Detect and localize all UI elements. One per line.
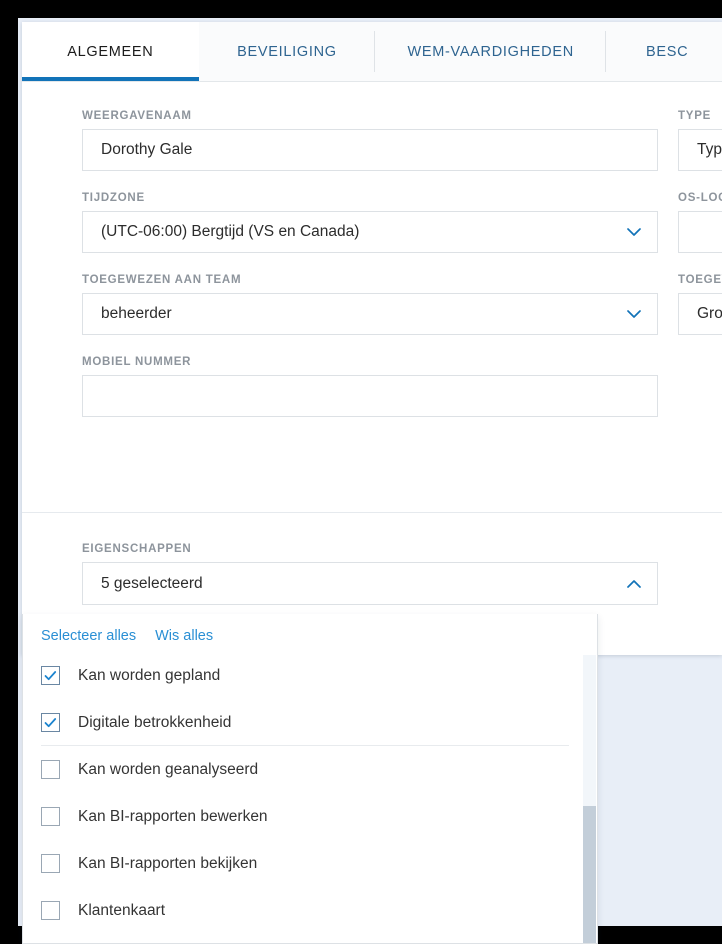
list-item-label: Klantenkaart — [78, 901, 166, 919]
list-item-label: Kan worden geanalyseerd — [78, 760, 259, 778]
select-tijdzone[interactable]: (UTC-06:00) Bergtijd (VS en Canada) — [82, 211, 658, 253]
select-type[interactable]: Typ — [678, 129, 722, 171]
list-item[interactable]: Digitale betrokkenheid — [23, 699, 597, 746]
checkbox-unchecked-icon[interactable] — [41, 901, 60, 920]
list-item[interactable]: Klantenkaart — [23, 887, 597, 934]
tab-beveiliging[interactable]: BEVEILIGING — [198, 22, 376, 81]
select-type-value: Typ — [697, 141, 722, 158]
form-left-column: WEERGAVENAAM Dorothy Gale TIJDZONE (UTC-… — [82, 110, 658, 438]
chevron-down-icon — [625, 223, 643, 241]
eigenschappen-multiselect-control[interactable]: 5 geselecteerd — [82, 562, 658, 605]
list-item[interactable]: Kan BI-rapporten bewerken — [23, 793, 597, 840]
checkbox-checked-icon[interactable] — [41, 713, 60, 732]
input-os-login[interactable] — [678, 211, 722, 253]
checkbox-unchecked-icon[interactable] — [41, 760, 60, 779]
tab-wem-vaardigheden-label: WEM-VAARDIGHEDEN — [407, 43, 574, 60]
tab-strip: ALGEMEEN BEVEILIGING WEM-VAARDIGHEDEN BE… — [22, 22, 722, 82]
label-os-login: OS-LOG — [678, 192, 722, 204]
select-toegewezen-groep[interactable]: Gro — [678, 293, 722, 335]
eigenschappen-selected-summary: 5 geselecteerd — [101, 574, 203, 592]
label-mobiel-nummer: MOBIEL NUMMER — [82, 356, 192, 368]
tab-beveiliging-label: BEVEILIGING — [237, 43, 337, 60]
clear-all-link[interactable]: Wis alles — [155, 628, 213, 644]
select-toegewezen-aan-team-value: beheerder — [101, 305, 172, 322]
select-toegewezen-groep-value: Gro — [697, 305, 722, 322]
label-toegewezen-aan-team: TOEGEWEZEN AAN TEAM — [82, 274, 242, 286]
checkbox-unchecked-icon[interactable] — [41, 807, 60, 826]
field-type: TYPE Typ — [678, 110, 722, 171]
user-settings-card: ALGEMEEN BEVEILIGING WEM-VAARDIGHEDEN BE… — [22, 22, 722, 655]
label-weergavenaam: WEERGAVENAAM — [82, 110, 192, 122]
list-item-label: Digitale betrokkenheid — [78, 713, 232, 731]
tab-wem-vaardigheden[interactable]: WEM-VAARDIGHEDEN — [375, 22, 607, 81]
field-mobiel-nummer: MOBIEL NUMMER — [82, 356, 658, 417]
tab-algemeen[interactable]: ALGEMEEN — [22, 22, 199, 81]
list-item[interactable]: Kan worden gepland — [23, 652, 597, 699]
section-divider — [22, 512, 722, 513]
field-os-login: OS-LOG — [678, 192, 722, 253]
field-toegewezen-groep: TOEGEW Gro — [678, 274, 722, 335]
list-item-label: Kan BI-rapporten bekijken — [78, 854, 258, 872]
list-item-label: Kan BI-rapporten bewerken — [78, 807, 268, 825]
properties-section: EIGENSCHAPPEN 5 geselecteerd — [82, 543, 658, 605]
eigenschappen-bulk-actions: Selecteer alles Wis alles — [23, 628, 597, 648]
input-weergavenaam[interactable]: Dorothy Gale — [82, 129, 658, 171]
select-toegewezen-aan-team[interactable]: beheerder — [82, 293, 658, 335]
list-item-label: Kan worden gepland — [78, 666, 221, 684]
dropdown-scrollbar-thumb[interactable] — [583, 806, 596, 943]
eigenschappen-dropdown-inner: Selecteer alles Wis alles Kan worden gep… — [23, 614, 597, 934]
field-tijdzone: TIJDZONE (UTC-06:00) Bergtijd (VS en Can… — [82, 192, 658, 253]
chevron-up-icon — [625, 575, 643, 593]
select-tijdzone-value: (UTC-06:00) Bergtijd (VS en Canada) — [101, 223, 360, 240]
active-tab-underline — [22, 77, 199, 81]
form-body: WEERGAVENAAM Dorothy Gale TIJDZONE (UTC-… — [22, 82, 722, 512]
label-type: TYPE — [678, 110, 712, 122]
tab-bescherming[interactable]: BESC — [606, 22, 722, 81]
chevron-down-icon — [625, 305, 643, 323]
list-item[interactable]: Kan worden geanalyseerd — [23, 746, 597, 793]
field-weergavenaam: WEERGAVENAAM Dorothy Gale — [82, 110, 658, 171]
checkbox-unchecked-icon[interactable] — [41, 854, 60, 873]
input-weergavenaam-value: Dorothy Gale — [101, 141, 193, 158]
tab-bescherming-label: BESC — [646, 43, 689, 60]
eigenschappen-option-list: Kan worden gepland Digitale betrokkenhei… — [23, 652, 597, 934]
eigenschappen-dropdown-panel: Selecteer alles Wis alles Kan worden gep… — [22, 614, 598, 944]
list-item[interactable]: Kan BI-rapporten bekijken — [23, 840, 597, 887]
label-tijdzone: TIJDZONE — [82, 192, 145, 204]
label-eigenschappen: EIGENSCHAPPEN — [82, 543, 192, 555]
input-mobiel-nummer[interactable] — [82, 375, 658, 417]
checkbox-checked-icon[interactable] — [41, 666, 60, 685]
label-toegewezen-groep: TOEGEW — [678, 274, 722, 286]
field-toegewezen-aan-team: TOEGEWEZEN AAN TEAM beheerder — [82, 274, 658, 335]
tab-algemeen-label: ALGEMEEN — [67, 43, 154, 60]
select-all-link[interactable]: Selecteer alles — [41, 628, 136, 644]
form-right-column: TYPE Typ OS-LOG TOEGEW Gro — [678, 110, 722, 356]
screenshot-root: ALGEMEEN BEVEILIGING WEM-VAARDIGHEDEN BE… — [0, 0, 722, 944]
